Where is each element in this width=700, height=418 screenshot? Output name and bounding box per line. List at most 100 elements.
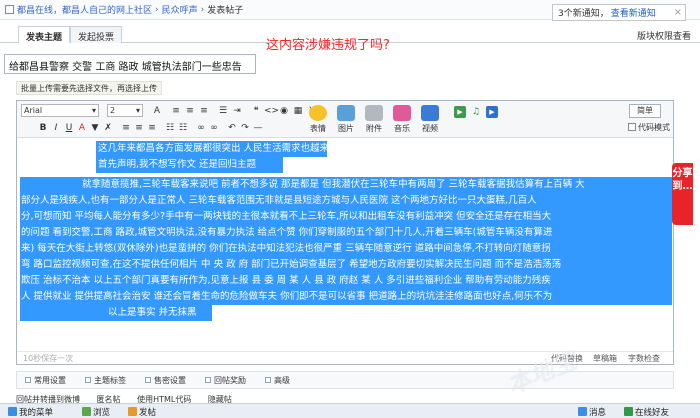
quote-icon[interactable]: ❝ xyxy=(250,105,262,117)
image-button[interactable]: 图片 xyxy=(333,105,359,134)
upload-hint: 批量上传需要先选择文件，再选择上传 xyxy=(16,81,162,95)
word-count-link[interactable]: 字数检查 xyxy=(628,353,660,364)
music-icon xyxy=(393,105,411,121)
link-icon[interactable]: ∞ xyxy=(195,122,207,134)
collapse-icon xyxy=(25,377,31,383)
subject-input[interactable]: 给都昌县警察 交警 工商 路政 城管执法部门一些忠告 xyxy=(4,54,256,74)
share-button[interactable]: 分享到… xyxy=(672,163,693,225)
browse-button[interactable]: 浏览 xyxy=(82,406,110,418)
annotation-text: 这内容涉嫌违规了吗? xyxy=(266,38,390,53)
tab-start-poll[interactable]: 发起投票 xyxy=(70,26,123,43)
right-icon[interactable]: ≡ xyxy=(146,122,158,134)
flash-icon[interactable]: ▶ xyxy=(454,106,466,118)
view-notice-link[interactable]: 查看新通知 xyxy=(611,6,656,19)
messages-label: 消息 xyxy=(589,408,607,418)
bgcolor-icon[interactable]: ▼ xyxy=(89,122,101,134)
tab-label: 售密设置 xyxy=(154,376,186,385)
align-left-icon[interactable]: ≡ xyxy=(170,105,182,117)
code-icon[interactable]: <> xyxy=(264,105,279,117)
undo-icon[interactable]: ↶ xyxy=(226,122,238,134)
code-mode-checkbox[interactable]: 代码模式 xyxy=(628,122,670,133)
hide-icon[interactable]: ◉ xyxy=(278,105,290,117)
image-label: 图片 xyxy=(338,124,354,133)
browse-icon xyxy=(82,407,91,416)
center-icon[interactable]: ≡ xyxy=(133,122,145,134)
paperclip-icon xyxy=(365,105,383,121)
online-friends-label: 在线好友 xyxy=(635,408,670,418)
music-button[interactable]: 音乐 xyxy=(389,105,415,134)
content-line: 部分人是残疾人,也有一部分人是正常人 三轮车载客范围无非就是县短途方城与人民医院… xyxy=(20,193,672,209)
content-line: 分,可想而知 平均每人能分有多少?手中有一两块钱的主很本就看不上三轮车,所以和出… xyxy=(20,209,672,225)
smiley-icon xyxy=(309,105,327,121)
menu-icon xyxy=(8,407,17,416)
align-center-icon[interactable]: ≡ xyxy=(184,105,196,117)
indent-icon[interactable]: ⇥ xyxy=(231,105,243,117)
video-button[interactable]: 视频 xyxy=(417,105,443,134)
autosave-text: 10秒保存一次 xyxy=(23,354,74,363)
post-button[interactable]: 发帖 xyxy=(128,406,156,418)
home-icon[interactable] xyxy=(5,5,14,14)
emoticon-label: 表情 xyxy=(310,124,326,133)
forum-permission-link[interactable]: 版块权限查看 xyxy=(637,29,691,42)
attachment-label: 附件 xyxy=(366,124,382,133)
tab-common-settings[interactable]: 常用设置 xyxy=(25,375,66,386)
collapse-icon xyxy=(205,377,211,383)
tab-topic-tags[interactable]: 主题标签 xyxy=(85,375,126,386)
messages-button[interactable]: 消息 xyxy=(578,406,606,418)
ul-icon[interactable]: ☷ xyxy=(177,122,189,134)
rich-editor: Arial▾ 2▾ A≡≡≡☰⇥❝<>◉▦¥ BIUA▼✗≡≡≡☷☷∞∞↶↷— … xyxy=(16,100,674,365)
breadcrumb-site[interactable]: 都昌在线，都昌人自己的网上社区 xyxy=(17,3,152,16)
redo-icon[interactable]: ↷ xyxy=(239,122,251,134)
collapse-icon xyxy=(265,377,271,383)
list-icon[interactable]: ☰ xyxy=(217,105,229,117)
content-line: 来) 每天在大街上转悠(双休除外)也是蛮拼的 你们在执法中知法犯法也很严重 三辆… xyxy=(20,241,672,257)
align-right-icon[interactable]: ≡ xyxy=(198,105,210,117)
content-line: 就拿随意揽推,三轮车载客来说吧 前者不想多说 那是都是 但我潜伏在三轮车中有两周… xyxy=(20,177,672,193)
attachment-button[interactable]: 附件 xyxy=(361,105,387,134)
font-size-value: 2 xyxy=(110,106,116,115)
content-line: 欺压 治标不治本 以上五个部门真要有所作为,见意上报 县 委 周 某 人 县 政… xyxy=(20,273,672,289)
tab-post-topic[interactable]: 发表主题 xyxy=(18,26,71,43)
draft-box-link[interactable]: 草稿箱 xyxy=(593,353,617,364)
emoticon-button[interactable]: 表情 xyxy=(305,105,331,134)
audio-icon[interactable]: ♫ xyxy=(470,106,482,118)
font-family-value: Arial xyxy=(24,106,43,115)
friends-icon xyxy=(624,407,633,416)
tab-reply-reward[interactable]: 回帖奖励 xyxy=(205,375,246,386)
notice-count: 3个新通知， xyxy=(558,9,609,19)
content-line: 以上是事实 并无抹黑 xyxy=(20,305,212,321)
editor-content[interactable]: 这几年来都昌各方面发展都很突出 人民生活需求也越来越多了 首先声明,我不想写作文… xyxy=(17,139,673,351)
tab-sale-settings[interactable]: 售密设置 xyxy=(145,375,186,386)
music-label: 音乐 xyxy=(394,124,410,133)
ol-icon[interactable]: ☷ xyxy=(164,122,176,134)
removeformat-icon[interactable]: ✗ xyxy=(102,122,114,134)
hr-icon[interactable]: — xyxy=(252,122,264,134)
online-friends-button[interactable]: 在线好友 xyxy=(624,406,669,418)
page: 都昌在线，都昌人自己的网上社区 › 民众呼声 › 发表帖子 3个新通知， 查看新… xyxy=(0,0,700,418)
code-mode-label: 代码模式 xyxy=(638,123,670,132)
breadcrumb-forum[interactable]: 民众呼声 xyxy=(162,3,198,16)
simple-mode-button[interactable]: 简单 xyxy=(629,104,661,118)
chevron-down-icon: ▾ xyxy=(91,106,96,115)
font-family-select[interactable]: Arial ▾ xyxy=(21,104,99,117)
breadcrumb-page: 发表帖子 xyxy=(207,6,244,16)
tab-advanced[interactable]: 高级 xyxy=(265,375,290,386)
italic-icon[interactable]: I xyxy=(50,122,62,134)
media-icon[interactable]: ▶ xyxy=(486,106,498,118)
post-label: 发帖 xyxy=(139,408,157,418)
bold-icon[interactable]: B xyxy=(37,122,49,134)
content-line: 弯 路口监控视频可查,在这不提供任何相片 中 央 政 府 部门已开始调查基层了 … xyxy=(20,257,672,273)
my-menu-button[interactable]: 我的菜单 xyxy=(8,406,53,418)
forecolor-icon[interactable]: A xyxy=(151,105,163,117)
underline-icon[interactable]: U xyxy=(63,122,75,134)
font-size-select[interactable]: 2 ▾ xyxy=(107,104,143,117)
breadcrumb-sep-icon: › xyxy=(200,4,205,15)
video-icon xyxy=(421,105,439,121)
unlink-icon[interactable]: ∞ xyxy=(208,122,220,134)
left-icon[interactable]: ≡ xyxy=(120,122,132,134)
checkbox-icon xyxy=(628,123,636,131)
close-icon[interactable]: × xyxy=(674,7,682,18)
table-icon[interactable]: ▦ xyxy=(292,105,304,117)
font-color-icon[interactable]: A xyxy=(76,122,88,134)
content-line: 人 提供就业 提供提高社会治安 谁还会冒着生命的危险做车夫 你们即不是可以省事 … xyxy=(20,289,672,305)
